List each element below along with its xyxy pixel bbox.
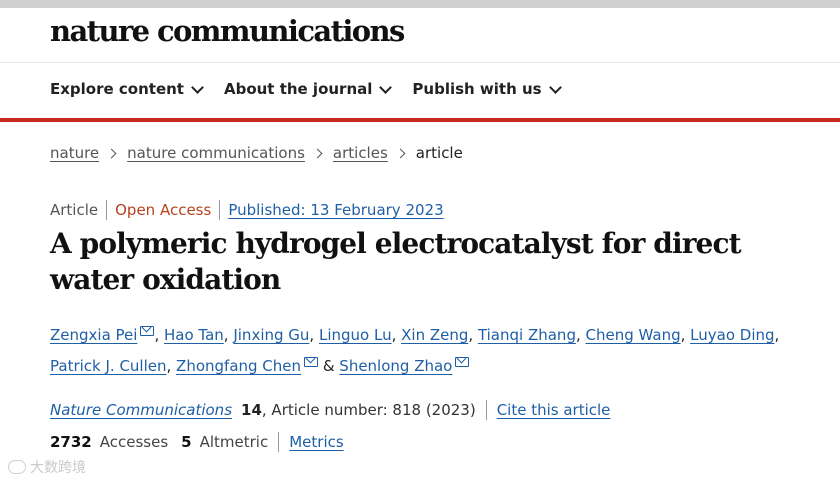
- watermark: 大数跨境: [8, 457, 86, 477]
- breadcrumb-articles[interactable]: articles: [333, 144, 388, 162]
- breadcrumb-nature[interactable]: nature: [50, 144, 99, 162]
- chevron-right-icon: [312, 148, 323, 158]
- published-date-link[interactable]: Published: 13 February 2023: [228, 201, 443, 219]
- author-list: Zengxia Pei, Hao Tan, Jinxing Gu, Linguo…: [50, 326, 780, 375]
- article-meta: Article Open Access Published: 13 Februa…: [50, 200, 444, 220]
- email-icon[interactable]: [304, 357, 319, 367]
- article-title: A polymeric hydrogel electrocatalyst for…: [50, 227, 742, 296]
- chevron-right-icon: [395, 148, 406, 158]
- author-link[interactable]: Zhongfang Chen: [176, 357, 301, 375]
- article-metrics: 2732 Accesses 5 Altmetric Metrics: [50, 432, 344, 452]
- nav-about-journal[interactable]: About the journal: [223, 80, 393, 98]
- accesses-label: Accesses: [99, 433, 169, 451]
- chevron-down-icon: [379, 80, 393, 94]
- accent-bar: [0, 118, 840, 122]
- nav-label: Publish with us: [412, 80, 542, 98]
- chevron-down-icon: [191, 80, 204, 94]
- watermark-logo-icon: [8, 460, 26, 474]
- chevron-right-icon: [106, 148, 117, 158]
- author-link[interactable]: Shenlong Zhao: [339, 357, 452, 375]
- divider: [106, 200, 108, 220]
- nav-label: Explore content: [50, 80, 184, 98]
- journal-name-link[interactable]: Nature Communications: [50, 401, 232, 419]
- author-link[interactable]: Xin Zeng: [401, 326, 468, 344]
- author-link[interactable]: Luyao Ding: [690, 326, 774, 344]
- header-divider: [0, 62, 840, 63]
- main-nav: Explore content About the journal Publis…: [50, 80, 562, 98]
- article-type: Article: [50, 201, 99, 219]
- journal-volume: 14: [241, 401, 262, 419]
- article-number: , Article number: 818 (2023): [261, 401, 476, 419]
- divider: [219, 200, 221, 220]
- author-link[interactable]: Tianqi Zhang: [478, 326, 576, 344]
- accesses-count: 2732: [50, 433, 92, 451]
- chevron-down-icon: [548, 80, 562, 94]
- nav-publish-with-us[interactable]: Publish with us: [412, 80, 562, 98]
- altmetric-label: Altmetric: [199, 433, 269, 451]
- breadcrumb: nature nature communications articles ar…: [50, 144, 463, 162]
- altmetric-score: 5: [181, 433, 192, 451]
- divider: [278, 432, 280, 452]
- email-icon[interactable]: [455, 357, 470, 367]
- breadcrumb-current: article: [415, 144, 463, 162]
- nav-explore-content[interactable]: Explore content: [50, 80, 204, 98]
- author-link[interactable]: Hao Tan: [164, 326, 224, 344]
- breadcrumb-nature-communications[interactable]: nature communications: [127, 144, 305, 162]
- top-strip: [0, 0, 840, 8]
- open-access-badge: Open Access: [115, 201, 212, 219]
- watermark-text: 大数跨境: [30, 460, 86, 476]
- author-link[interactable]: Cheng Wang: [586, 326, 681, 344]
- journal-logo[interactable]: nature communications: [50, 14, 405, 48]
- author-link[interactable]: Patrick J. Cullen: [50, 357, 167, 375]
- divider: [485, 400, 487, 420]
- author-link[interactable]: Linguo Lu: [319, 326, 392, 344]
- email-icon[interactable]: [140, 326, 155, 336]
- author-link[interactable]: Zengxia Pei: [50, 326, 137, 344]
- nav-label: About the journal: [223, 80, 373, 98]
- author-link[interactable]: Jinxing Gu: [233, 326, 309, 344]
- journal-info: Nature Communications 14 , Article numbe…: [50, 400, 610, 420]
- metrics-link[interactable]: Metrics: [289, 433, 343, 451]
- cite-article-link[interactable]: Cite this article: [497, 401, 611, 419]
- author-separator: &: [322, 357, 335, 375]
